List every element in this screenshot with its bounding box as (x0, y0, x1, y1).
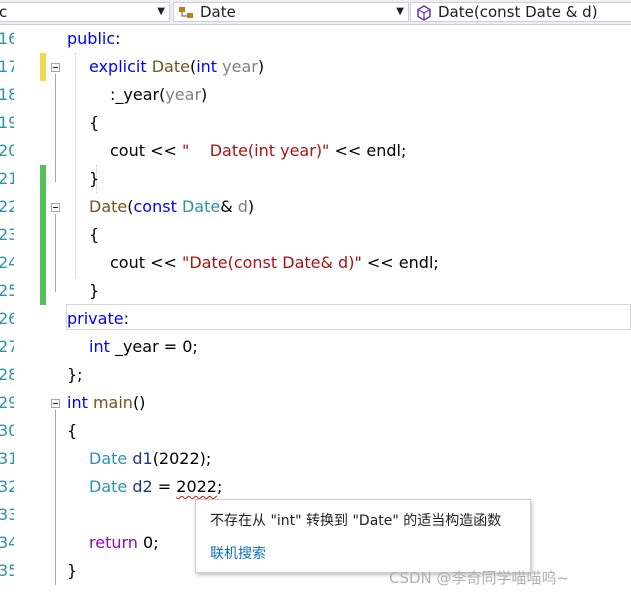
saved-change-marker (40, 165, 46, 193)
line-number: 16 (0, 29, 14, 48)
line-number: 31 (0, 449, 14, 468)
line-number: 32 (0, 477, 14, 496)
collapse-icon[interactable] (51, 399, 60, 408)
class-dropdown[interactable]: Date ▼ (173, 2, 409, 22)
method-icon (417, 5, 431, 21)
line-number: 34 (0, 533, 14, 552)
line-number: 35 (0, 561, 14, 580)
code-line-26: 26 private: (0, 305, 631, 333)
code-text[interactable]: }; (67, 361, 83, 389)
code-line-30: 30 { (0, 417, 631, 445)
watermark: CSDN @李奇同学喵喵呜~ (389, 569, 570, 587)
code-line-28: 28 }; (0, 361, 631, 389)
code-text[interactable]: } (89, 277, 99, 305)
chevron-down-icon: ▼ (396, 6, 404, 17)
code-line-24: 24 cout << "Date(const Date& d)" << endl… (0, 249, 631, 277)
code-text[interactable]: { (89, 221, 99, 249)
code-text[interactable]: int _year = 0; (89, 333, 198, 361)
member-dropdown-label: Date(const Date & d) (438, 3, 598, 21)
code-text[interactable]: Date(const Date& d) (89, 193, 254, 221)
code-line-32: 32 Date d2 = 2022; (0, 473, 631, 501)
saved-change-marker (40, 277, 46, 305)
code-line-31: 31 Date d1(2022); (0, 445, 631, 473)
class-icon (179, 7, 193, 18)
line-number: 33 (0, 505, 14, 524)
code-line-19: 19 { (0, 109, 631, 137)
saved-change-marker (40, 193, 46, 221)
error-message: 不存在从 "int" 转换到 "Date" 的适当构造函数 (210, 513, 502, 529)
code-text[interactable]: int main() (67, 389, 145, 417)
code-line-21: 21 } (0, 165, 631, 193)
code-text[interactable]: private: (67, 305, 129, 333)
code-text[interactable]: explicit Date(int year) (89, 53, 264, 81)
search-online-link[interactable]: 联机搜索 (210, 543, 266, 563)
line-number: 24 (0, 253, 14, 272)
error-squiggle[interactable]: 2022 (176, 477, 217, 496)
code-line-16: 16 public: (0, 25, 631, 53)
code-line-22: 22 Date(const Date& d) (0, 193, 631, 221)
code-line-17: 17 explicit Date(int year) (0, 53, 631, 81)
code-text[interactable]: public: (67, 25, 121, 53)
code-text[interactable]: :_year(year) (110, 81, 207, 109)
code-text[interactable]: { (89, 109, 99, 137)
code-line-27: 27 int _year = 0; (0, 333, 631, 361)
line-number: 19 (0, 113, 14, 132)
line-number: 17 (0, 57, 14, 76)
code-text[interactable]: Date d1(2022); (89, 445, 211, 473)
line-number: 21 (0, 169, 14, 188)
code-text[interactable]: cout << "Date(const Date& d)" << endl; (110, 249, 439, 277)
line-number: 25 (0, 281, 14, 300)
collapse-icon[interactable] (51, 203, 60, 212)
code-text[interactable]: } (67, 557, 77, 585)
code-text[interactable]: { (67, 417, 77, 445)
line-number: 20 (0, 141, 14, 160)
error-tooltip: 不存在从 "int" 转换到 "Date" 的适当构造函数 联机搜索 (195, 499, 531, 573)
code-line-20: 20 cout << " Date(int year)" << endl; (0, 137, 631, 165)
code-line-18: 18 :_year(year) (0, 81, 631, 109)
line-number: 30 (0, 421, 14, 440)
member-dropdown[interactable]: Date(const Date & d) (410, 2, 631, 22)
line-number: 28 (0, 365, 14, 384)
saved-change-marker (40, 249, 46, 277)
line-number: 26 (0, 309, 14, 328)
scope-dropdown[interactable]: c ▼ (0, 2, 170, 22)
chevron-down-icon: ▼ (157, 6, 165, 17)
code-line-25: 25 } (0, 277, 631, 305)
collapse-icon[interactable] (51, 63, 60, 72)
line-number: 27 (0, 337, 14, 356)
navigation-bar: c ▼ Date ▼ Date(const Date & d) (0, 0, 631, 25)
code-line-29: 29 int main() (0, 389, 631, 417)
code-text[interactable]: Date d2 = 2022; (89, 473, 222, 501)
code-text[interactable]: return 0; (89, 529, 159, 557)
line-number: 23 (0, 225, 14, 244)
code-text[interactable]: } (89, 165, 99, 193)
line-number: 18 (0, 85, 14, 104)
unsaved-change-marker (40, 53, 46, 81)
class-dropdown-label: Date (200, 3, 236, 21)
code-text[interactable]: cout << " Date(int year)" << endl; (110, 137, 406, 165)
scope-dropdown-label: c (0, 3, 7, 21)
code-line-23: 23 { (0, 221, 631, 249)
line-number: 29 (0, 393, 14, 412)
line-number: 22 (0, 197, 14, 216)
saved-change-marker (40, 221, 46, 249)
